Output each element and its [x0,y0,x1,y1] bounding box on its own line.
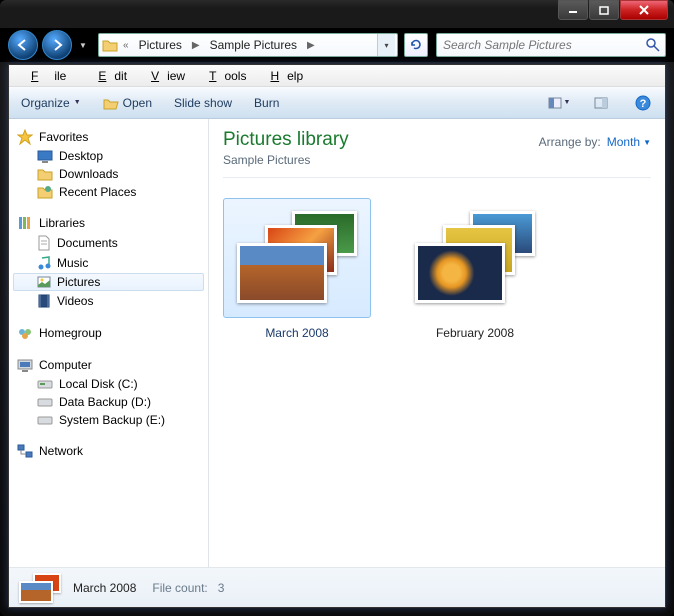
recent-icon [37,185,53,199]
library-subtitle: Sample Pictures [223,153,349,167]
status-count-label: File count: [152,581,207,595]
group-february-2008[interactable]: February 2008 [401,198,549,340]
libraries-header[interactable]: Libraries [13,213,204,233]
refresh-button[interactable] [404,33,428,57]
nav-drive-c[interactable]: Local Disk (C:) [13,375,204,393]
folder-open-icon [103,96,119,110]
folder-icon [37,167,53,181]
menu-tools[interactable]: Tools [193,67,254,85]
slideshow-button[interactable]: Slide show [170,94,236,112]
address-bar[interactable]: « Pictures ▶ Sample Pictures ▶ ▾ [98,33,398,57]
minimize-button[interactable] [558,0,588,20]
menu-file[interactable]: File [15,67,82,85]
network-icon [17,443,33,459]
command-bar: Organize▼ Open Slide show Burn ▼ ? [9,87,665,119]
group-label: March 2008 [223,326,371,340]
nav-drive-d[interactable]: Data Backup (D:) [13,393,204,411]
star-icon [17,129,33,145]
nav-drive-e[interactable]: System Backup (E:) [13,411,204,429]
nav-downloads[interactable]: Downloads [13,165,204,183]
picture-icon [37,275,51,289]
folder-icon [101,36,119,54]
menu-bar: File Edit View Tools Help [9,65,665,87]
view-options-button[interactable]: ▼ [545,92,573,114]
computer-icon [17,357,33,373]
drive-icon [37,414,53,426]
maximize-button[interactable] [589,0,619,20]
content-pane: Pictures library Sample Pictures Arrange… [209,119,665,567]
homegroup-icon [17,325,33,341]
status-name: March 2008 [73,581,136,595]
open-button[interactable]: Open [99,94,156,112]
nav-music[interactable]: Music [13,253,204,273]
search-input[interactable] [437,34,665,56]
favorites-header[interactable]: Favorites [13,127,204,147]
help-button[interactable]: ? [629,92,657,114]
desktop-icon [37,149,53,163]
search-icon[interactable] [645,37,661,53]
drive-icon [37,396,53,408]
drive-icon [37,378,53,390]
menu-edit[interactable]: Edit [82,67,135,85]
arrange-dropdown[interactable]: Month ▼ [607,135,651,149]
selection-thumbnail [19,573,63,603]
back-button[interactable] [8,30,38,60]
breadcrumb-pictures[interactable]: Pictures [133,38,188,52]
search-box [436,33,666,57]
video-icon [37,293,51,309]
group-label: February 2008 [401,326,549,340]
breadcrumb-sample-pictures[interactable]: Sample Pictures [204,38,303,52]
client-area: File Edit View Tools Help Organize▼ Open… [8,64,666,608]
preview-pane-button[interactable] [587,92,615,114]
nav-videos[interactable]: Videos [13,291,204,311]
organize-button[interactable]: Organize▼ [17,94,85,112]
group-march-2008[interactable]: March 2008 [223,198,371,340]
nav-documents[interactable]: Documents [13,233,204,253]
titlebar [0,0,674,28]
library-title: Pictures library [223,129,349,151]
network-header[interactable]: Network [13,441,204,461]
svg-text:?: ? [640,98,647,110]
libraries-icon [17,215,33,231]
nav-pictures[interactable]: Pictures [13,273,204,291]
menu-help[interactable]: Help [254,67,311,85]
breadcrumb-overflow[interactable]: « [121,40,131,51]
close-button[interactable] [620,0,668,20]
navigation-pane: Favorites Desktop Downloads Recent Place… [9,119,209,567]
nav-history-dropdown[interactable]: ▼ [76,34,90,56]
explorer-window: ▼ « Pictures ▶ Sample Pictures ▶ ▾ File … [0,0,674,616]
details-pane: March 2008 File count: 3 [9,567,665,607]
homegroup-header[interactable]: Homegroup [13,323,204,343]
chevron-right-icon[interactable]: ▶ [190,40,202,51]
arrange-label: Arrange by: [539,135,601,149]
nav-desktop[interactable]: Desktop [13,147,204,165]
forward-button[interactable] [42,30,72,60]
nav-recent-places[interactable]: Recent Places [13,183,204,201]
status-count-value: 3 [218,581,225,595]
burn-button[interactable]: Burn [250,94,283,112]
chevron-right-icon[interactable]: ▶ [305,40,317,51]
menu-view[interactable]: View [135,67,193,85]
navigation-bar: ▼ « Pictures ▶ Sample Pictures ▶ ▾ [0,28,674,62]
music-icon [37,255,51,271]
computer-header[interactable]: Computer [13,355,204,375]
document-icon [37,235,51,251]
address-dropdown[interactable]: ▾ [377,34,395,56]
